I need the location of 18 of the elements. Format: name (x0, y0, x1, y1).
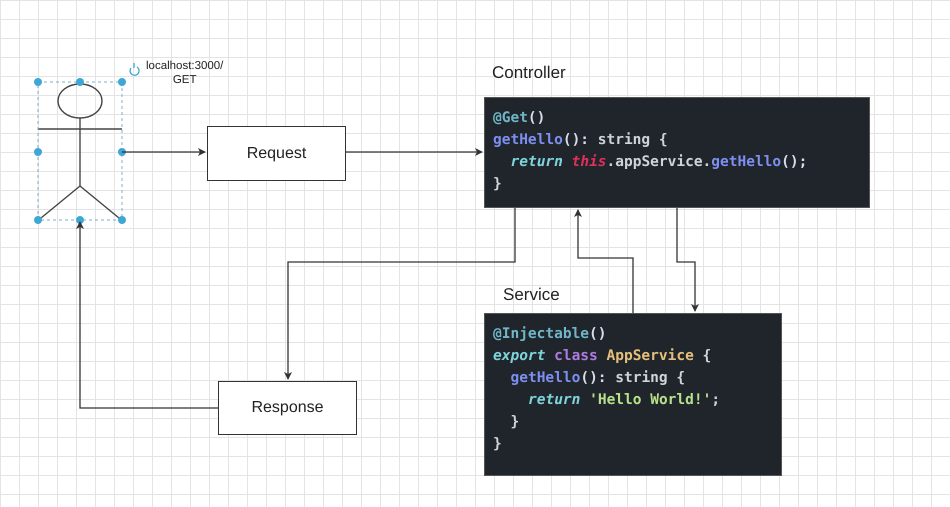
code-line: return 'Hello World!'; (528, 391, 722, 410)
code-line: } (493, 435, 503, 454)
process-box[interactable]: Request (207, 126, 346, 181)
code-line: } (510, 413, 520, 432)
code-line: getHello(): string { (493, 131, 669, 150)
code-line: getHello(): string { (510, 369, 686, 388)
code-line: } (493, 175, 503, 194)
code-line: export class AppService { (493, 347, 712, 366)
code-line: return this.appService.getHello(); (510, 153, 808, 172)
code-block[interactable]: @Injectable() export class AppService { getHello(): string { return 'Hello World!'; } } (484, 313, 782, 476)
rotate-handle-icon[interactable] (129, 63, 140, 76)
code-block[interactable]: @Get() getHello(): string { return this.appService.getHello(); } (484, 97, 870, 208)
url-label: localhost:3000/ GET (146, 59, 224, 87)
panel-title: Service (503, 285, 560, 305)
code-line: @Injectable() (493, 325, 608, 344)
process-box[interactable]: Response (218, 381, 357, 435)
code-line: @Get() (493, 109, 546, 128)
panel-title: Controller (492, 63, 566, 83)
